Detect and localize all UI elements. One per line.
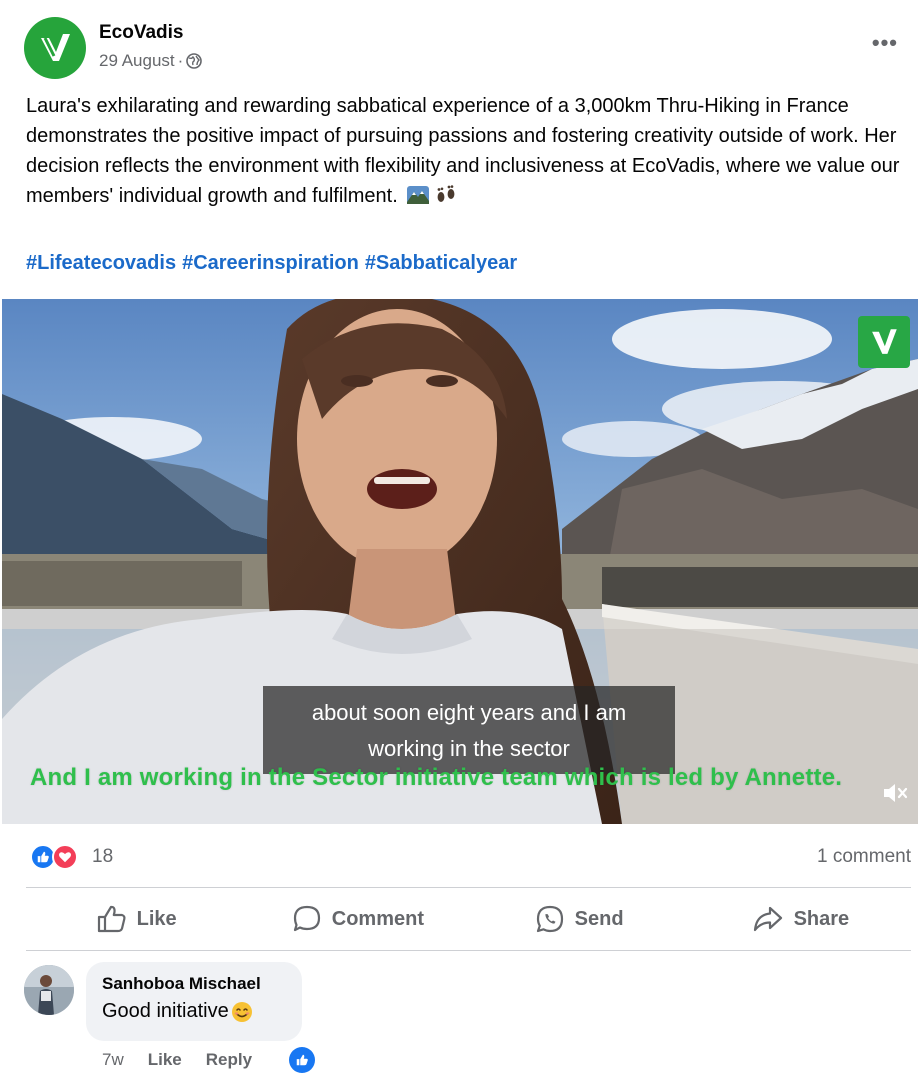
meta-separator: ·	[177, 51, 184, 70]
comment-actions: 7w Like Reply	[102, 1050, 252, 1070]
comment-author[interactable]: Sanhoboa Mischael	[102, 974, 286, 994]
more-options-icon[interactable]: •••	[872, 30, 898, 56]
speech-bubble-icon	[293, 905, 320, 932]
send-button[interactable]: Send	[469, 893, 690, 945]
thumbs-up-icon	[97, 905, 126, 933]
reaction-count[interactable]: 18	[92, 846, 113, 868]
share-label: Share	[793, 907, 850, 930]
divider	[26, 950, 911, 951]
send-label: Send	[574, 907, 624, 930]
footprints-icon	[437, 185, 455, 202]
ecovadis-logo-icon	[872, 329, 897, 354]
video-player[interactable]: about soon eight years and I am working …	[2, 299, 918, 824]
comment-bubble: Sanhoboa Mischael Good initiative	[86, 962, 302, 1041]
page-name[interactable]: EcoVadis	[99, 22, 184, 44]
like-button[interactable]: Like	[26, 893, 247, 945]
caption-line: working in the sector	[368, 736, 570, 761]
post-meta: 29 August ·	[99, 51, 203, 71]
mountain-landscape-icon	[407, 186, 430, 204]
comment-text-row: Good initiative	[102, 1000, 286, 1023]
post-stats: 18 1 comment	[0, 836, 918, 880]
hashtag-list: #Lifeatecovadis #Careerinspiration #Sabb…	[26, 252, 517, 275]
divider	[26, 887, 911, 888]
post-header: EcoVadis 29 August · •••	[0, 0, 918, 90]
comment-button[interactable]: Comment	[247, 893, 468, 945]
comment-like-button[interactable]: Like	[148, 1050, 182, 1070]
muted-speaker-icon[interactable]	[878, 778, 912, 808]
hashtag-link[interactable]: #Sabbaticalyear	[365, 252, 517, 275]
caption-line: about soon eight years and I am	[311, 700, 627, 725]
share-arrow-icon	[753, 906, 782, 932]
comment-label: Comment	[331, 907, 424, 930]
comment-age[interactable]: 7w	[102, 1050, 124, 1070]
hashtag-link[interactable]: #Careerinspiration	[182, 252, 359, 275]
video-captions: about soon eight years and I am working …	[263, 686, 675, 774]
smiling-face-icon	[231, 1001, 252, 1022]
page-avatar[interactable]	[24, 17, 86, 79]
globe-icon	[186, 53, 203, 69]
comment-reply-button[interactable]: Reply	[206, 1050, 252, 1070]
share-button[interactable]: Share	[690, 893, 911, 945]
whatsapp-icon	[536, 905, 563, 933]
caption-text: Laura's exhilarating and rewarding sabba…	[26, 95, 900, 207]
burned-in-subtitle: And I am working in the Sector initiativ…	[30, 764, 843, 791]
post-date[interactable]: 29 August	[99, 51, 175, 71]
like-label: Like	[136, 907, 177, 930]
post-actions: Like Comment Send Share	[26, 893, 911, 945]
hashtag-link[interactable]: #Lifeatecovadis	[26, 252, 176, 275]
love-reaction-icon	[52, 844, 78, 870]
comment-text: Good initiative	[102, 1000, 229, 1022]
reaction-summary[interactable]	[30, 844, 78, 870]
video-brand-logo	[858, 316, 910, 368]
comment-count-link[interactable]: 1 comment	[817, 846, 911, 868]
ecovadis-logo-icon	[41, 34, 70, 61]
post-caption: Laura's exhilarating and rewarding sabba…	[26, 91, 911, 211]
like-reaction-icon[interactable]	[289, 1047, 315, 1073]
avatar[interactable]	[24, 965, 74, 1015]
